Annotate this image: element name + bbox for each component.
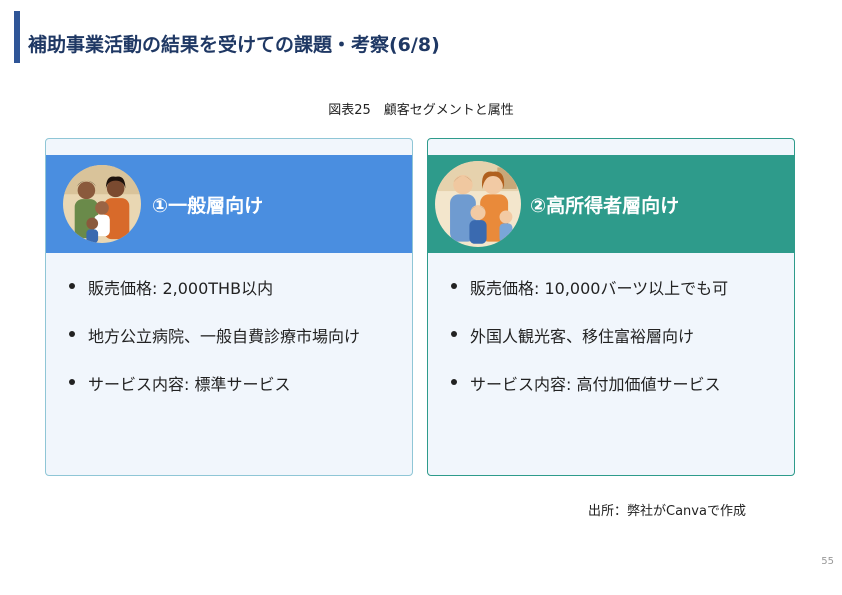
page-title: 補助事業活動の結果を受けての課題・考察(6/8) [28,34,440,56]
bullet-icon [451,283,457,289]
segment-card-general: ①一般層向け 販売価格: 2,000THB以内 地方公立病院、一般自費診療市場向… [45,138,413,476]
bullet-list: 販売価格: 10,000バーツ以上でも可 外国人観光客、移住富裕層向け サービス… [450,275,728,419]
list-item-text: 外国人観光客、移住富裕層向け [470,327,695,346]
source-note: 出所：弊社がCanvaで作成 [588,504,746,519]
family-illustration-icon [435,161,521,247]
bullet-icon [451,379,457,385]
bullet-icon [451,331,457,337]
list-item: 販売価格: 10,000バーツ以上でも可 [450,275,728,323]
bullet-icon [69,331,75,337]
card-title: ②高所得者層向け [530,195,680,217]
family-illustration-icon [63,165,141,243]
bullet-icon [69,283,75,289]
card-header: ②高所得者層向け [428,155,794,253]
card-title: ①一般層向け [152,195,264,217]
list-item-text: 販売価格: 2,000THB以内 [88,279,274,298]
card-header: ①一般層向け [46,155,412,253]
list-item-text: サービス内容: 高付加価値サービス [470,375,721,394]
list-item-text: 地方公立病院、一般自費診療市場向け [88,327,361,346]
list-item: 販売価格: 2,000THB以内 [68,275,360,323]
list-item: 外国人観光客、移住富裕層向け [450,323,728,371]
list-item-text: 販売価格: 10,000バーツ以上でも可 [470,279,729,298]
list-item-text: サービス内容: 標準サービス [88,375,291,394]
bullet-icon [69,379,75,385]
list-item: サービス内容: 標準サービス [68,371,360,419]
figure-caption: 図表25 顧客セグメントと属性 [328,103,514,118]
page-number: 55 [821,556,834,567]
list-item: 地方公立病院、一般自費診療市場向け [68,323,360,371]
list-item: サービス内容: 高付加価値サービス [450,371,728,419]
segment-card-high-income: ②高所得者層向け 販売価格: 10,000バーツ以上でも可 外国人観光客、移住富… [427,138,795,476]
bullet-list: 販売価格: 2,000THB以内 地方公立病院、一般自費診療市場向け サービス内… [68,275,360,419]
title-accent-bar [14,11,20,63]
